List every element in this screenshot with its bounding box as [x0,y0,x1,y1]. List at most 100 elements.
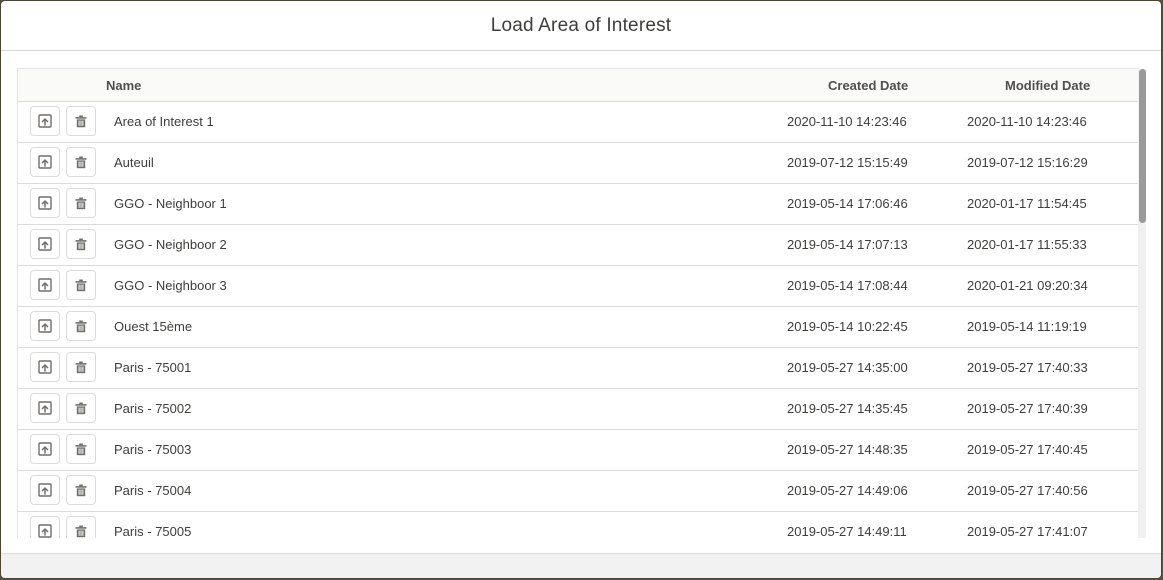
load-aoi-button[interactable] [30,434,60,464]
aoi-created-date: 2019-05-14 17:07:13 [787,237,908,252]
modal-title: Load Area of Interest [490,14,672,36]
load-aoi-modal: Load Area of Interest Name Created Date … [1,1,1161,578]
aoi-created-date: 2019-07-12 15:15:49 [787,155,908,170]
load-aoi-button[interactable] [30,270,60,300]
aoi-name: Ouest 15ème [114,319,193,334]
aoi-modified-date: 2019-05-27 17:40:45 [967,442,1088,457]
trash-icon [75,443,87,456]
delete-aoi-button[interactable] [66,229,96,259]
load-aoi-button[interactable] [30,147,60,177]
load-aoi-button[interactable] [30,311,60,341]
delete-aoi-button[interactable] [66,147,96,177]
aoi-created-date: 2019-05-27 14:48:35 [787,442,908,457]
upload-icon [38,155,52,169]
aoi-name: Area of Interest 1 [114,114,214,129]
column-header-name[interactable]: Name [106,78,141,93]
trash-icon [75,320,87,333]
delete-aoi-button[interactable] [66,393,96,423]
aoi-name: GGO - Neighboor 1 [114,196,227,211]
aoi-created-date: 2019-05-14 17:06:46 [787,196,908,211]
table-row: Paris - 75003 2019-05-27 14:48:35 2019-0… [18,430,1139,471]
aoi-name: Auteuil [114,155,154,170]
upload-icon [38,360,52,374]
delete-aoi-button[interactable] [66,475,96,505]
aoi-modified-date: 2019-05-27 17:40:39 [967,401,1088,416]
upload-icon [38,524,52,538]
aoi-name: Paris - 75004 [114,483,192,498]
table-row: GGO - Neighboor 2 2019-05-14 17:07:13 20… [18,225,1139,266]
table-body: Area of Interest 1 2020-11-10 14:23:46 2… [18,102,1139,538]
load-aoi-button[interactable] [30,188,60,218]
table-row: Paris - 75005 2019-05-27 14:49:11 2019-0… [18,512,1139,538]
aoi-name: Paris - 75001 [114,360,192,375]
load-aoi-button[interactable] [30,516,60,538]
trash-icon [75,484,87,497]
trash-icon [75,525,87,538]
aoi-created-date: 2019-05-27 14:49:06 [787,483,908,498]
upload-icon [38,114,52,128]
aoi-modified-date: 2020-01-17 11:55:33 [967,237,1087,252]
load-aoi-button[interactable] [30,352,60,382]
delete-aoi-button[interactable] [66,106,96,136]
aoi-modified-date: 2019-05-27 17:40:33 [967,360,1088,375]
upload-icon [38,319,52,333]
delete-aoi-button[interactable] [66,352,96,382]
table-header: Name Created Date Modified Date [18,69,1139,102]
aoi-created-date: 2019-05-27 14:49:11 [787,524,907,538]
aoi-table: Name Created Date Modified Date Area of … [17,68,1139,538]
aoi-name: GGO - Neighboor 3 [114,278,227,293]
trash-icon [75,402,87,415]
aoi-modified-date: 2019-05-14 11:19:19 [967,319,1087,334]
aoi-name: GGO - Neighboor 2 [114,237,227,252]
load-aoi-button[interactable] [30,393,60,423]
trash-icon [75,156,87,169]
aoi-modified-date: 2019-07-12 15:16:29 [967,155,1088,170]
aoi-modified-date: 2020-01-17 11:54:45 [967,196,1087,211]
modal-footer [1,553,1161,578]
load-aoi-button[interactable] [30,229,60,259]
aoi-modified-date: 2020-01-21 09:20:34 [967,278,1088,293]
aoi-created-date: 2019-05-14 17:08:44 [787,278,908,293]
delete-aoi-button[interactable] [66,188,96,218]
upload-icon [38,237,52,251]
table-row: Paris - 75002 2019-05-27 14:35:45 2019-0… [18,389,1139,430]
column-header-created-date[interactable]: Created Date [828,78,908,93]
aoi-name: Paris - 75002 [114,401,192,416]
trash-icon [75,238,87,251]
scrollbar-thumb[interactable] [1139,69,1146,223]
upload-icon [38,483,52,497]
table-row: GGO - Neighboor 3 2019-05-14 17:08:44 20… [18,266,1139,307]
trash-icon [75,197,87,210]
aoi-created-date: 2019-05-27 14:35:00 [787,360,908,375]
modal-header: Load Area of Interest [1,1,1161,51]
delete-aoi-button[interactable] [66,270,96,300]
aoi-created-date: 2019-05-27 14:35:45 [787,401,908,416]
aoi-name: Paris - 75003 [114,442,192,457]
delete-aoi-button[interactable] [66,434,96,464]
load-aoi-button[interactable] [30,106,60,136]
aoi-modified-date: 2019-05-27 17:40:56 [967,483,1088,498]
table-row: Paris - 75001 2019-05-27 14:35:00 2019-0… [18,348,1139,389]
upload-icon [38,401,52,415]
table-row: Auteuil 2019-07-12 15:15:49 2019-07-12 1… [18,143,1139,184]
upload-icon [38,442,52,456]
table-row: Area of Interest 1 2020-11-10 14:23:46 2… [18,102,1139,143]
upload-icon [38,196,52,210]
trash-icon [75,115,87,128]
table-row: GGO - Neighboor 1 2019-05-14 17:06:46 20… [18,184,1139,225]
scrollbar[interactable] [1138,69,1146,538]
upload-icon [38,278,52,292]
aoi-modified-date: 2019-05-27 17:41:07 [967,524,1088,538]
column-header-modified-date[interactable]: Modified Date [1005,78,1090,93]
aoi-modified-date: 2020-11-10 14:23:46 [967,114,1087,129]
delete-aoi-button[interactable] [66,311,96,341]
table-row: Paris - 75004 2019-05-27 14:49:06 2019-0… [18,471,1139,512]
trash-icon [75,279,87,292]
delete-aoi-button[interactable] [66,516,96,538]
trash-icon [75,361,87,374]
aoi-created-date: 2019-05-14 10:22:45 [787,319,908,334]
load-aoi-button[interactable] [30,475,60,505]
table-row: Ouest 15ème 2019-05-14 10:22:45 2019-05-… [18,307,1139,348]
aoi-created-date: 2020-11-10 14:23:46 [787,114,907,129]
modal-body[interactable]: Name Created Date Modified Date Area of … [17,68,1147,538]
